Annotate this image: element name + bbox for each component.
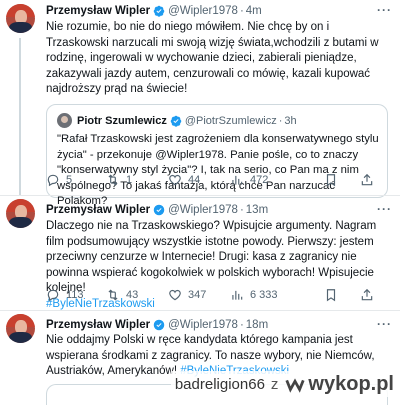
timestamp[interactable]: 13m bbox=[246, 204, 268, 216]
share-button[interactable] bbox=[360, 173, 380, 187]
share-icon bbox=[361, 173, 373, 186]
views-button[interactable]: 472 bbox=[230, 173, 268, 187]
reply-button[interactable]: 113 bbox=[46, 288, 84, 302]
reply-icon bbox=[47, 289, 59, 302]
views-icon bbox=[232, 175, 243, 185]
separator-dot: · bbox=[239, 204, 244, 216]
more-icon[interactable]: ··· bbox=[377, 3, 392, 17]
retweet-icon bbox=[108, 174, 118, 186]
retweet-count: 1 bbox=[126, 174, 133, 186]
more-icon[interactable]: ··· bbox=[377, 202, 392, 216]
author-handle[interactable]: @Wipler1978 bbox=[168, 204, 238, 216]
separator-dot: · bbox=[278, 114, 283, 127]
like-count: 44 bbox=[188, 174, 201, 186]
views-button[interactable]: 6 333 bbox=[230, 288, 278, 302]
author-handle[interactable]: @Wipler1978 bbox=[168, 319, 238, 331]
verified-badge-icon bbox=[153, 5, 165, 17]
timestamp[interactable]: 4m bbox=[246, 5, 262, 17]
tweet-divider bbox=[0, 195, 400, 196]
retweet-button[interactable]: 1 bbox=[106, 173, 132, 187]
share-icon bbox=[361, 288, 373, 301]
retweet-icon bbox=[108, 289, 118, 301]
bookmark-button[interactable] bbox=[324, 288, 344, 302]
bookmark-button[interactable] bbox=[324, 173, 344, 187]
quoted-avatar bbox=[57, 113, 72, 128]
author-name[interactable]: Przemysław Wipler bbox=[46, 5, 150, 17]
retweet-button[interactable]: 43 bbox=[106, 288, 138, 302]
like-count: 347 bbox=[188, 289, 207, 301]
reply-count: 5 bbox=[66, 174, 73, 186]
quoted-tweet-header: Piotr Szumlewicz @PiotrSzumlewicz · 3h bbox=[57, 113, 297, 128]
watermark-user: badreligion66 bbox=[174, 375, 265, 393]
quoted-author-name: Piotr Szumlewicz bbox=[77, 114, 167, 127]
verified-badge-icon bbox=[170, 115, 182, 127]
tweet-actions: 113 43 347 6 333 bbox=[46, 288, 386, 304]
like-button[interactable]: 44 bbox=[168, 173, 200, 187]
more-icon[interactable]: ··· bbox=[377, 317, 392, 331]
like-icon bbox=[169, 289, 181, 301]
tweet-body: Dlaczego nie na Trzaskowskiego? Wpisujci… bbox=[46, 220, 377, 295]
author-name[interactable]: Przemysław Wipler bbox=[46, 319, 150, 331]
views-count: 472 bbox=[250, 174, 269, 186]
retweet-count: 43 bbox=[126, 289, 139, 301]
bookmark-icon bbox=[326, 174, 336, 187]
like-button[interactable]: 347 bbox=[168, 288, 206, 302]
quoted-timestamp: 3h bbox=[284, 114, 297, 127]
verified-badge-icon bbox=[153, 319, 165, 331]
avatar[interactable] bbox=[6, 314, 35, 343]
reply-button[interactable]: 5 bbox=[46, 173, 72, 187]
wykop-logo-icon bbox=[285, 378, 305, 393]
reply-icon bbox=[47, 174, 59, 187]
quoted-tweet-text: "Rafał Trzaskowski jest zagrożeniem dla … bbox=[57, 133, 379, 207]
watermark-separator: z bbox=[270, 375, 279, 393]
tweet-divider bbox=[0, 310, 400, 311]
author-handle[interactable]: @Wipler1978 bbox=[168, 5, 238, 17]
timestamp[interactable]: 18m bbox=[246, 319, 268, 331]
separator-dot: · bbox=[239, 319, 244, 331]
separator-dot: · bbox=[239, 5, 244, 17]
tweet-header: Przemysław Wipler @Wipler1978 · 18m bbox=[46, 317, 268, 333]
tweet-header: Przemysław Wipler @Wipler1978 · 4m bbox=[46, 3, 262, 19]
verified-badge-icon bbox=[153, 204, 165, 216]
tweet-header: Przemysław Wipler @Wipler1978 · 13m bbox=[46, 202, 268, 218]
tweet-text: Nie rozumie, bo nie do niego mówiłem. Ni… bbox=[46, 21, 379, 96]
wykop-logo: wykop.pl bbox=[284, 373, 394, 396]
watermark: badreligion66 z wykop.pl bbox=[170, 371, 394, 397]
thread-line bbox=[19, 38, 21, 196]
views-icon bbox=[232, 290, 243, 300]
like-icon bbox=[169, 174, 181, 186]
quoted-author-handle: @PiotrSzumlewicz bbox=[184, 114, 277, 127]
avatar[interactable] bbox=[6, 199, 35, 228]
watermark-site: wykop.pl bbox=[308, 372, 394, 395]
bookmark-icon bbox=[326, 289, 336, 302]
avatar[interactable] bbox=[6, 4, 35, 33]
reply-count: 113 bbox=[66, 289, 84, 301]
author-name[interactable]: Przemysław Wipler bbox=[46, 204, 150, 216]
share-button[interactable] bbox=[360, 288, 380, 302]
views-count: 6 333 bbox=[250, 289, 278, 301]
tweet-actions: 5 1 44 472 bbox=[46, 173, 386, 189]
